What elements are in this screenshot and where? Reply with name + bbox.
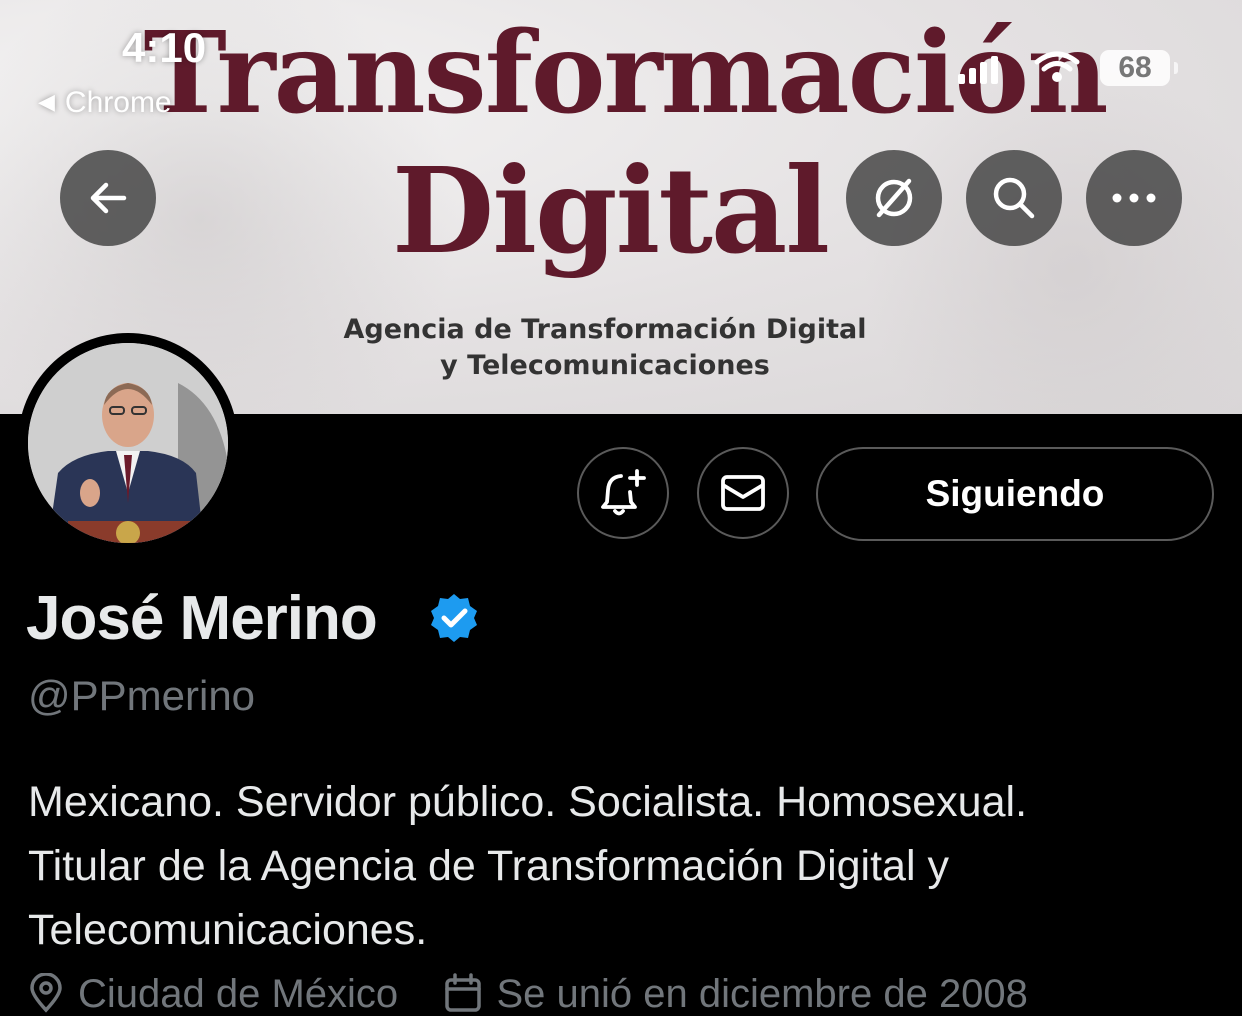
back-app-label: Chrome [64,86,172,119]
message-button[interactable] [697,447,789,539]
user-handle: @PPmerino [28,672,256,719]
battery-indicator: 68 [1100,50,1178,86]
banner-title-line2: Digital [391,141,830,280]
slash-circle-icon [875,178,913,218]
profile-meta: Ciudad de México Se unió en diciembre de… [28,972,1028,1016]
following-button[interactable]: Siguiendo [816,447,1214,541]
bell-plus-icon [601,469,646,516]
back-triangle-icon: ◀ [38,89,55,114]
back-to-app[interactable]: ◀ Chrome [38,86,172,120]
more-horizontal-icon [1112,193,1156,203]
status-time: 4:10 [122,24,207,71]
profile-bio: Mexicano. Servidor público. Socialista. … [28,770,1218,962]
location-pin-icon [30,973,62,1013]
more-button[interactable] [1086,150,1182,246]
wifi-icon [1034,51,1080,82]
bio-line: Mexicano. Servidor público. Socialista. … [28,778,1028,826]
banner-agency-line1: Agencia de Transformación Digital [343,314,867,345]
banner-title-line1: Transformación [143,8,1108,139]
envelope-icon [721,475,765,511]
back-button[interactable] [60,150,156,246]
calendar-icon [445,973,482,1012]
banner-agency-line2: y Telecomunicaciones [440,350,770,381]
arrow-left-icon [90,182,127,214]
location-text: Ciudad de México [78,972,399,1016]
verified-badge-icon[interactable] [428,592,480,644]
grok-button[interactable] [846,150,942,246]
cellular-signal-icon [958,56,998,84]
joined-date-text: Se unió en diciembre de 2008 [496,972,1028,1016]
notifications-button[interactable] [577,447,669,539]
bio-line: Titular de la Agencia de Transformación … [28,842,949,890]
display-name: José Merino [26,584,378,653]
search-button[interactable] [966,150,1062,246]
avatar-photo [28,343,228,543]
search-icon [993,177,1035,219]
banner-agency-text: Agencia de Transformación Digital y Tele… [300,312,910,384]
person-portrait-icon [28,343,228,543]
avatar[interactable] [18,333,238,553]
bio-line: Telecomunicaciones. [28,906,428,954]
